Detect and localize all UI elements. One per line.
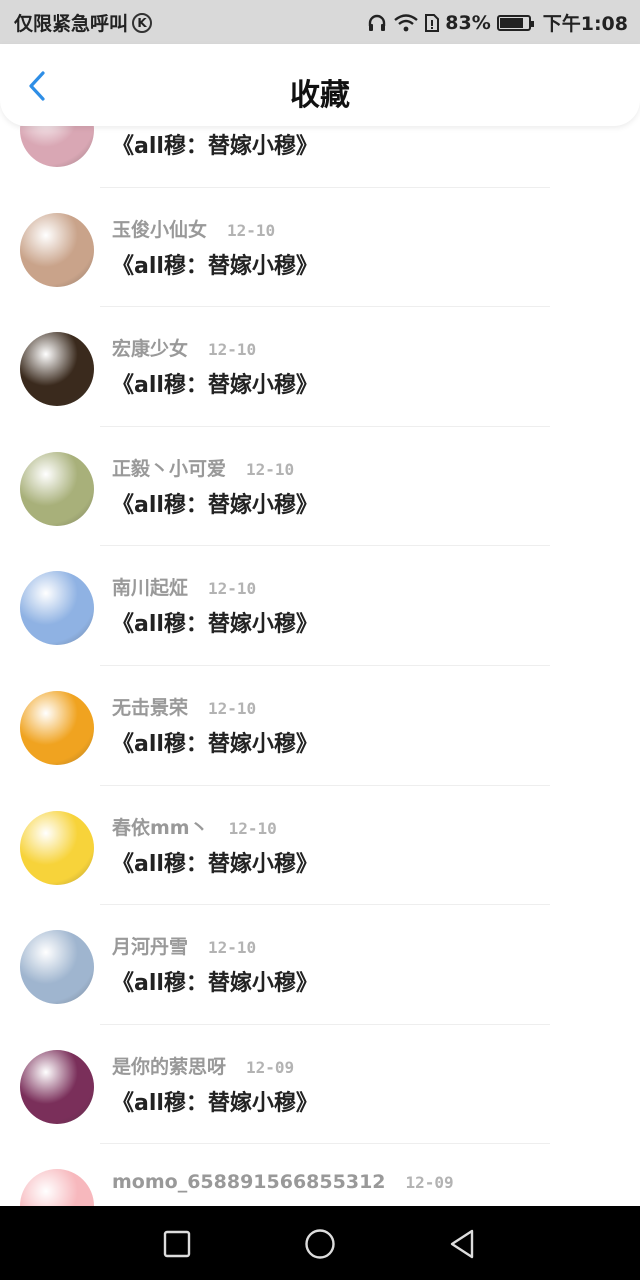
battery-percent: 83% bbox=[445, 11, 491, 34]
app-header: 收藏 bbox=[0, 44, 640, 126]
triangle-back-icon bbox=[450, 1229, 474, 1259]
pink-floral-avatar[interactable] bbox=[20, 126, 94, 167]
pink-blob-avatar[interactable] bbox=[20, 1169, 94, 1206]
author-name[interactable]: momo_658891566855312 bbox=[112, 1171, 386, 1193]
item-date: 12-10 bbox=[246, 459, 295, 479]
story-title[interactable]: 《all穆：替嫁小穆》 bbox=[112, 846, 318, 878]
list-item[interactable]: 春依mm丶 12-10 《all穆：替嫁小穆》 bbox=[0, 786, 640, 906]
item-date: 12-09 bbox=[405, 1173, 454, 1193]
item-meta: 是你的萦思呀 12-09 bbox=[112, 1052, 294, 1079]
list-item[interactable]: 正毅丶小可爱 12-10 《all穆：替嫁小穆》 bbox=[0, 427, 640, 547]
story-title[interactable]: 《all穆：替嫁小穆》 bbox=[112, 128, 318, 160]
list-item[interactable]: 南川起炡 12-10 《all穆：替嫁小穆》 bbox=[0, 546, 640, 666]
item-meta: 南川起炡 12-10 bbox=[112, 573, 256, 600]
item-date: 12-09 bbox=[246, 1057, 295, 1077]
author-name[interactable]: 无击景荣 bbox=[112, 693, 188, 720]
list-item[interactable]: momo_65889156685531212-09《all穆：替嫁小穆》 bbox=[0, 1144, 640, 1206]
status-left: 仅限紧急呼叫 K bbox=[14, 9, 153, 36]
list-item[interactable]: 无击景荣 12-10 《all穆：替嫁小穆》 bbox=[0, 666, 640, 786]
home-button[interactable] bbox=[300, 1224, 340, 1264]
carrier-text: 仅限紧急呼叫 bbox=[14, 13, 129, 35]
author-name[interactable]: 是你的萦思呀 bbox=[112, 1052, 226, 1079]
square-recents-icon bbox=[163, 1230, 191, 1258]
author-name[interactable]: 春依mm丶 bbox=[112, 813, 209, 840]
alpaca-avatar[interactable] bbox=[20, 451, 94, 526]
battery-icon bbox=[496, 14, 534, 31]
list-item[interactable]: 宏康少女 12-10 《all穆：替嫁小穆》 bbox=[0, 307, 640, 427]
item-date: 12-10 bbox=[208, 698, 257, 718]
system-nav-bar bbox=[0, 1206, 640, 1280]
item-meta: 玉俊小仙女 12-10 bbox=[112, 215, 275, 242]
item-meta: 宏康少女 12-10 bbox=[112, 334, 256, 361]
item-meta: 春依mm丶 12-10 bbox=[112, 813, 277, 840]
blue-anime-avatar[interactable] bbox=[20, 571, 94, 646]
item-date: 12-10 bbox=[208, 938, 257, 958]
magnolia-flower-avatar[interactable] bbox=[20, 1049, 94, 1124]
sim-icon bbox=[425, 13, 440, 32]
author-name[interactable]: 玉俊小仙女 bbox=[112, 215, 207, 242]
headphones-icon bbox=[367, 14, 387, 32]
circle-home-icon bbox=[305, 1229, 335, 1259]
wifi-icon bbox=[393, 13, 419, 32]
story-title[interactable]: 《all穆：替嫁小穆》 bbox=[112, 726, 318, 758]
item-date: 12-10 bbox=[208, 579, 257, 599]
list-item[interactable]: 《all穆：替嫁小穆》 bbox=[0, 126, 640, 188]
item-date: 12-10 bbox=[227, 220, 276, 240]
recents-button[interactable] bbox=[157, 1224, 197, 1264]
favorites-list[interactable]: 《all穆：替嫁小穆》 玉俊小仙女 12-10 《all穆：替嫁小穆》 宏康少女 12-1… bbox=[0, 126, 640, 1206]
status-right: 83% 下午1:08 bbox=[367, 9, 628, 36]
page-title: 收藏 bbox=[290, 78, 350, 113]
story-title[interactable]: 《all穆：替嫁小穆》 bbox=[112, 487, 318, 519]
story-title[interactable]: 《all穆：替嫁小穆》 bbox=[112, 1085, 318, 1117]
item-date: 12-10 bbox=[228, 818, 277, 838]
carrier-badge-icon: K bbox=[132, 12, 153, 33]
dog-hat-avatar[interactable] bbox=[20, 332, 94, 407]
story-title[interactable]: 《all穆：替嫁小穆》 bbox=[112, 248, 318, 280]
story-title[interactable]: 《all穆：替嫁小穆》 bbox=[112, 606, 318, 638]
yellow-face-avatar[interactable] bbox=[20, 810, 94, 885]
item-date: 12-10 bbox=[208, 340, 257, 360]
anime-girl-avatar[interactable] bbox=[20, 212, 94, 287]
favorites-list-inner: 《all穆：替嫁小穆》 玉俊小仙女 12-10 《all穆：替嫁小穆》 宏康少女 12-1… bbox=[0, 126, 640, 1206]
list-item[interactable]: 是你的萦思呀 12-09 《all穆：替嫁小穆》 bbox=[0, 1025, 640, 1145]
author-name[interactable]: 宏康少女 bbox=[112, 334, 188, 361]
item-meta: 无击景荣 12-10 bbox=[112, 693, 256, 720]
clock: 下午1:08 bbox=[542, 13, 628, 35]
author-name[interactable]: 正毅丶小可爱 bbox=[112, 454, 226, 481]
story-title[interactable]: 《all穆：替嫁小穆》 bbox=[112, 367, 318, 399]
status-bar: 仅限紧急呼叫 K 83% 下午1:08 bbox=[0, 0, 640, 44]
item-meta: momo_658891566855312 12-09 bbox=[112, 1171, 454, 1193]
story-title[interactable]: 《all穆：替嫁小穆》 bbox=[112, 965, 318, 997]
author-name[interactable]: 南川起炡 bbox=[112, 573, 188, 600]
anime-couple-avatar[interactable] bbox=[20, 930, 94, 1005]
back-nav-button[interactable] bbox=[442, 1224, 482, 1264]
helmet-cat-avatar[interactable] bbox=[20, 690, 94, 765]
list-item[interactable]: 月河丹雪 12-10 《all穆：替嫁小穆》 bbox=[0, 905, 640, 1025]
item-meta: 正毅丶小可爱 12-10 bbox=[112, 454, 294, 481]
item-meta: 月河丹雪 12-10 bbox=[112, 932, 256, 959]
author-name[interactable]: 月河丹雪 bbox=[112, 932, 188, 959]
list-item[interactable]: 玉俊小仙女 12-10 《all穆：替嫁小穆》 bbox=[0, 188, 640, 308]
